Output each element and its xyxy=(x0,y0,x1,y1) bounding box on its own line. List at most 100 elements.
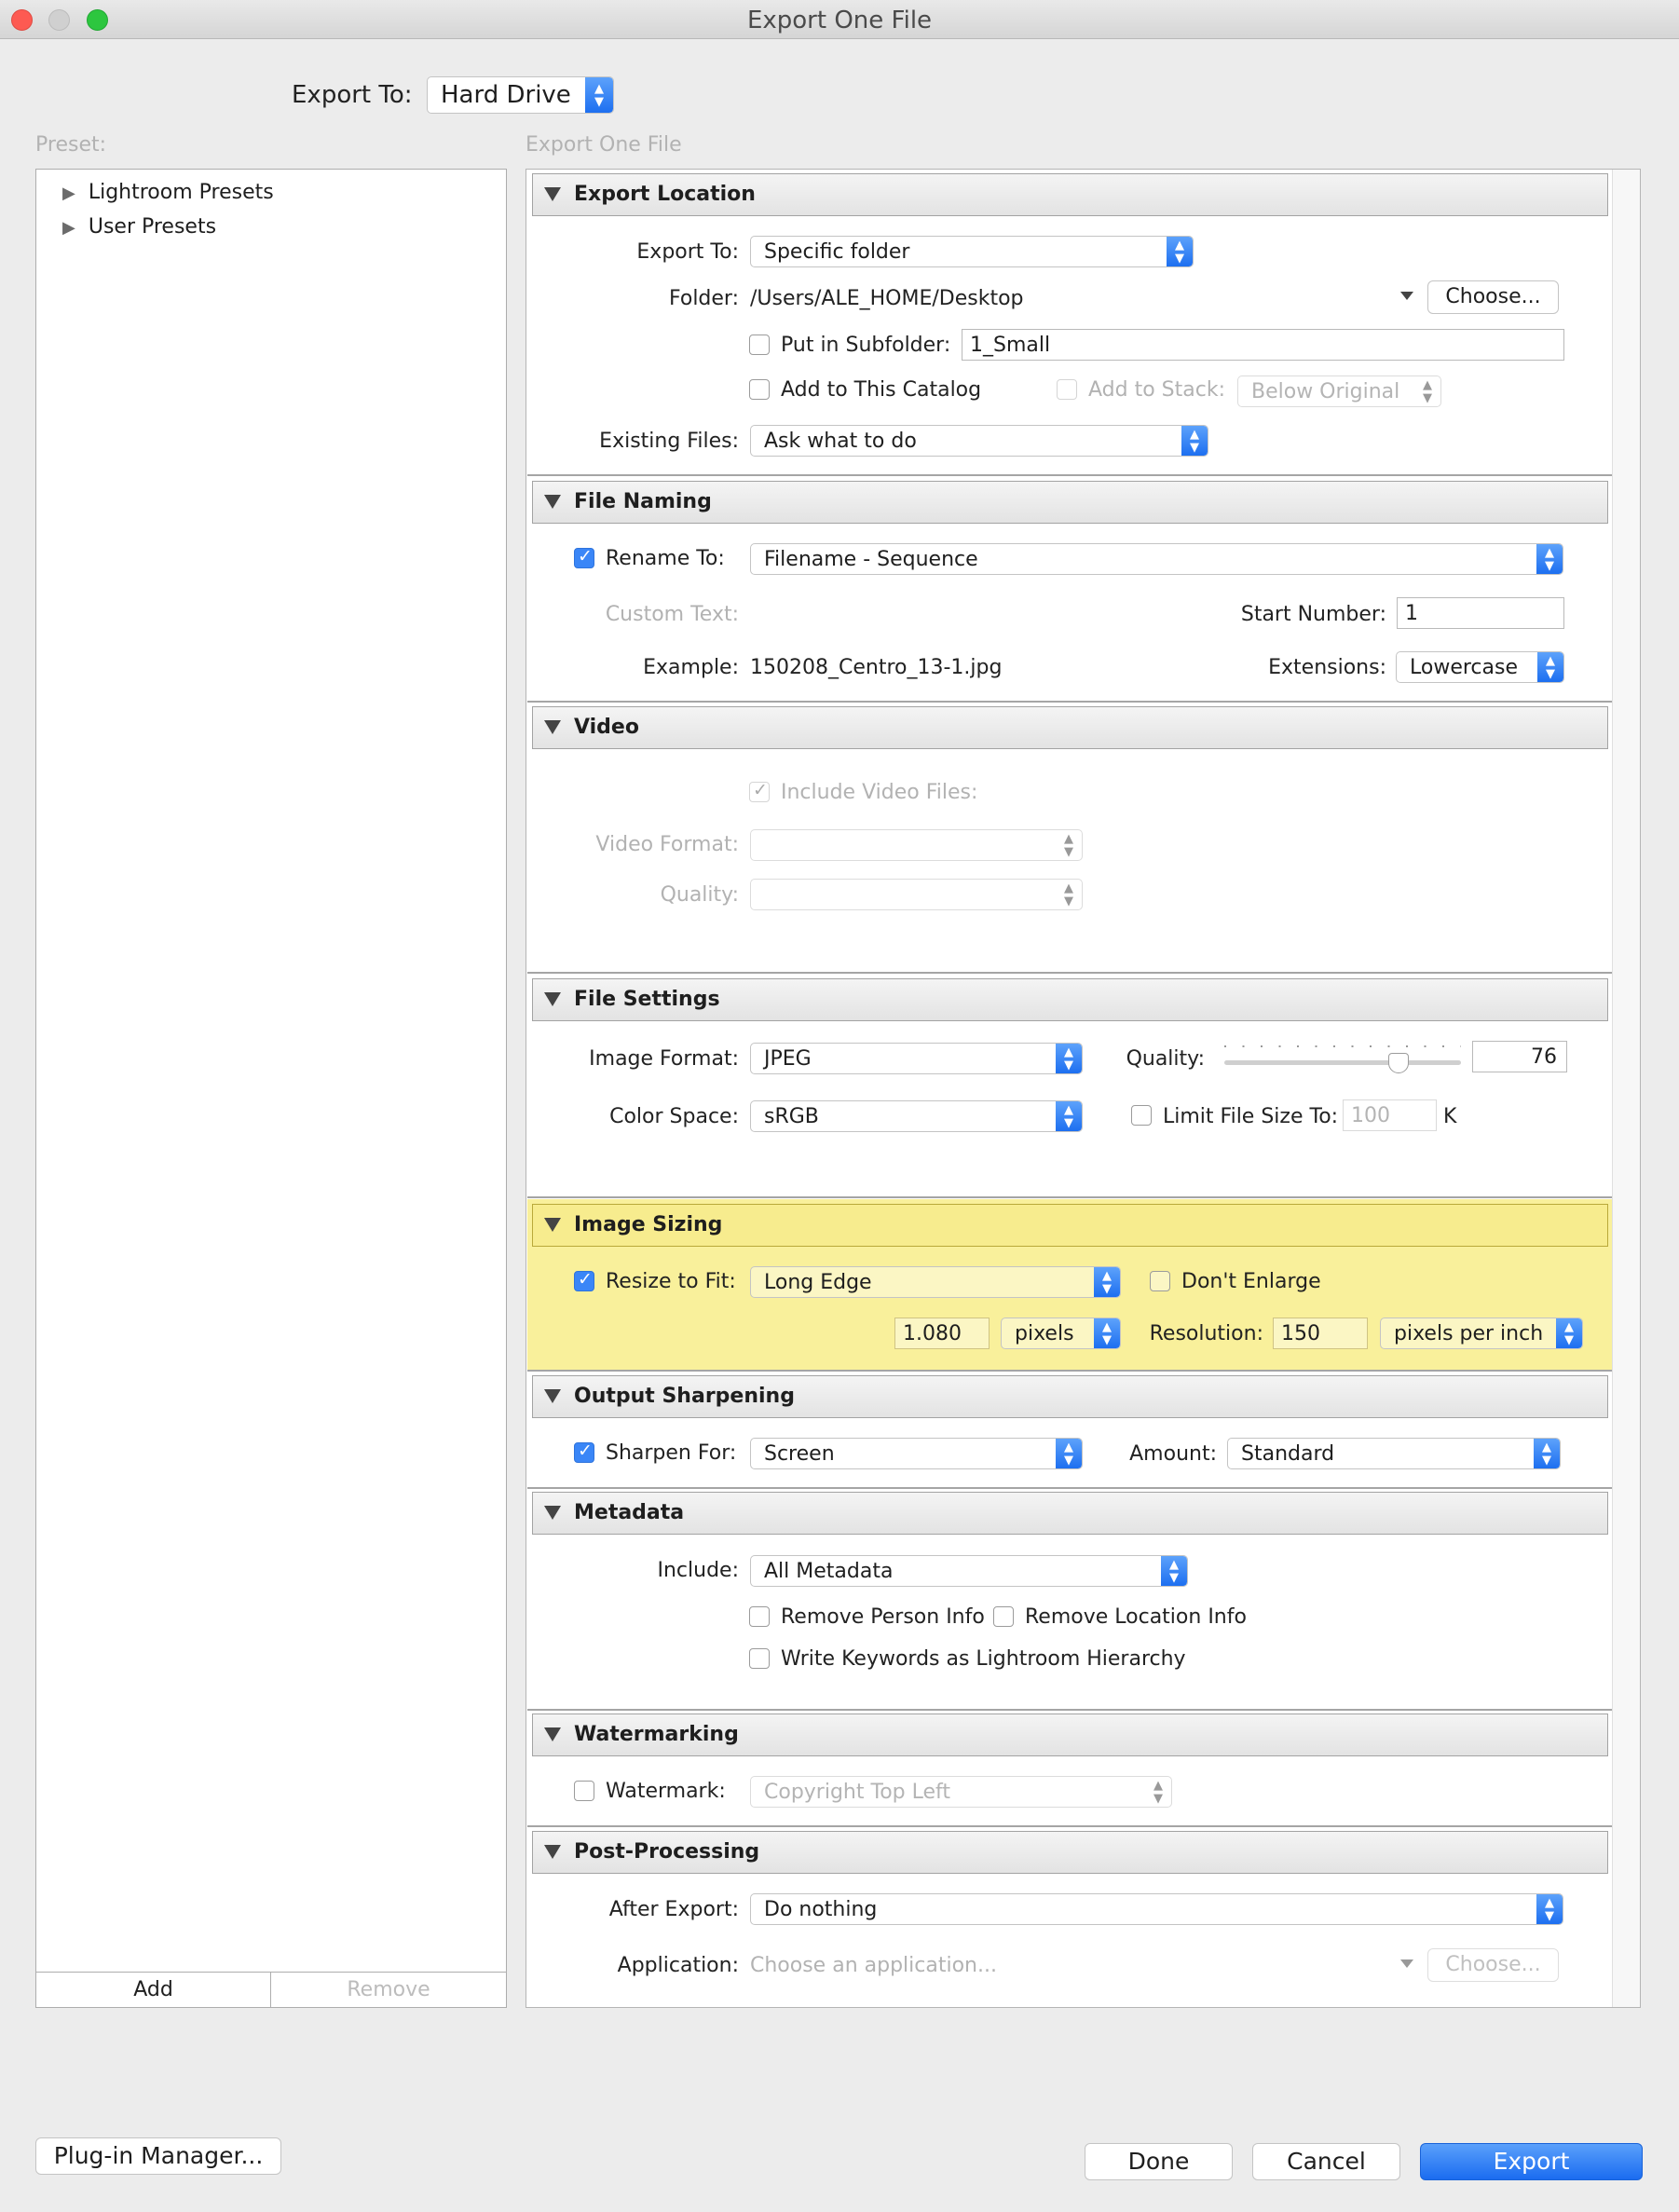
export-destination-value: Hard Drive xyxy=(441,81,571,109)
section-metadata[interactable]: Metadata xyxy=(532,1492,1608,1535)
add-stack-checkbox[interactable] xyxy=(1057,379,1077,400)
section-export-location[interactable]: Export Location xyxy=(532,173,1608,216)
color-space-select[interactable]: sRGB ▲ ▼ xyxy=(750,1100,1083,1132)
resolution-input[interactable]: 150 xyxy=(1273,1318,1368,1349)
window-title: Export One File xyxy=(746,7,933,34)
color-space-label: Color Space: xyxy=(609,1105,739,1128)
subfolder-checkbox[interactable] xyxy=(749,335,770,355)
image-format-select[interactable]: JPEG ▲ ▼ xyxy=(750,1043,1083,1074)
location-export-to-select[interactable]: Specific folder ▲ ▼ xyxy=(750,236,1194,267)
stack-position-select[interactable]: Below Original ▲ ▼ xyxy=(1237,375,1441,407)
export-button[interactable]: Export xyxy=(1420,2143,1643,2180)
subfolder-input[interactable]: 1_Small xyxy=(962,329,1564,361)
add-stack-label: Add to Stack: xyxy=(1088,378,1225,402)
video-quality-label: Quality: xyxy=(660,883,739,907)
select-value: Specific folder xyxy=(764,240,910,264)
choose-application-button[interactable]: Choose... xyxy=(1427,1948,1559,1982)
start-number-input[interactable]: 1 xyxy=(1397,597,1564,629)
watermark-checkbox[interactable] xyxy=(574,1781,594,1801)
section-watermarking[interactable]: Watermarking xyxy=(532,1714,1608,1756)
section-divider xyxy=(527,1487,1612,1489)
chevron-updown-icon: ▲ ▼ xyxy=(1423,378,1432,405)
plugin-manager-button[interactable]: Plug-in Manager... xyxy=(35,2137,281,2175)
select-value: All Metadata xyxy=(764,1560,894,1583)
chevron-updown-icon: ▲ ▼ xyxy=(1153,1779,1163,1806)
section-file-settings[interactable]: File Settings xyxy=(532,978,1608,1021)
metadata-include-select[interactable]: All Metadata ▲ ▼ xyxy=(750,1555,1188,1587)
remove-preset-button[interactable]: Remove xyxy=(271,1972,506,2007)
remove-location-label: Remove Location Info xyxy=(1025,1605,1247,1629)
sharpen-checkbox[interactable] xyxy=(574,1441,594,1463)
watermark-select[interactable]: Copyright Top Left ▲ ▼ xyxy=(750,1776,1172,1808)
video-format-label: Video Format: xyxy=(595,833,739,856)
resolution-unit-select[interactable]: pixels per inch ▲ ▼ xyxy=(1380,1318,1583,1349)
folder-dropdown-icon[interactable] xyxy=(1400,292,1413,300)
application-placeholder[interactable]: Choose an application... xyxy=(750,1954,997,1977)
resolution-label: Resolution: xyxy=(1149,1322,1263,1345)
limit-size-checkbox[interactable] xyxy=(1131,1105,1152,1126)
scrollbar[interactable] xyxy=(1612,170,1640,2007)
add-preset-button[interactable]: Add xyxy=(36,1972,271,2007)
limit-size-unit: K xyxy=(1443,1105,1457,1128)
metadata-include-label: Include: xyxy=(657,1559,740,1582)
rename-checkbox[interactable] xyxy=(574,546,594,568)
video-format-select[interactable]: ▲ ▼ xyxy=(750,829,1083,861)
start-number-label: Start Number: xyxy=(1240,603,1386,626)
size-input[interactable]: 1.080 xyxy=(894,1318,990,1349)
resize-mode-select[interactable]: Long Edge ▲ ▼ xyxy=(750,1266,1121,1298)
remove-person-checkbox[interactable] xyxy=(749,1606,770,1627)
disclosure-triangle-icon: ▶ xyxy=(62,218,75,238)
preset-folder-lightroom[interactable]: ▶ Lightroom Presets xyxy=(62,181,274,204)
disclosure-triangle-icon xyxy=(544,720,561,734)
keywords-hierarchy-label: Write Keywords as Lightroom Hierarchy xyxy=(781,1647,1186,1671)
section-title: File Naming xyxy=(574,490,712,513)
disclosure-triangle-icon xyxy=(544,1506,561,1520)
select-value: Ask what to do xyxy=(764,430,917,453)
resize-checkbox[interactable] xyxy=(574,1269,594,1291)
quality-label: Quality: xyxy=(1126,1047,1205,1071)
include-video-checkbox[interactable] xyxy=(749,780,770,802)
chevron-updown-icon: ▲ ▼ xyxy=(1094,1318,1120,1348)
application-dropdown-icon[interactable] xyxy=(1400,1959,1413,1968)
add-catalog-checkbox[interactable] xyxy=(749,379,770,400)
section-output-sharpening[interactable]: Output Sharpening xyxy=(532,1375,1608,1418)
sharpen-for-select[interactable]: Screen ▲ ▼ xyxy=(750,1438,1083,1469)
disclosure-triangle-icon xyxy=(544,1389,561,1403)
section-video[interactable]: Video xyxy=(532,706,1608,749)
section-image-sizing[interactable]: Image Sizing xyxy=(532,1204,1608,1247)
select-value: pixels xyxy=(1015,1322,1074,1345)
video-quality-select[interactable]: ▲ ▼ xyxy=(750,879,1083,910)
amount-select[interactable]: Standard ▲ ▼ xyxy=(1227,1438,1561,1469)
dont-enlarge-checkbox[interactable] xyxy=(1150,1271,1170,1291)
limit-size-input[interactable]: 100 xyxy=(1343,1099,1437,1131)
chevron-updown-icon: ▲ ▼ xyxy=(1536,1894,1563,1924)
quality-slider[interactable] xyxy=(1224,1032,1461,1073)
section-post-processing[interactable]: Post-Processing xyxy=(532,1831,1608,1874)
chevron-updown-icon: ▲ ▼ xyxy=(1537,652,1563,682)
choose-folder-button[interactable]: Choose... xyxy=(1427,280,1559,314)
section-divider xyxy=(527,701,1612,703)
slider-thumb[interactable] xyxy=(1388,1053,1409,1073)
remove-location-checkbox[interactable] xyxy=(993,1606,1014,1627)
image-format-label: Image Format: xyxy=(589,1047,739,1071)
extensions-select[interactable]: Lowercase ▲ ▼ xyxy=(1396,651,1564,683)
chevron-updown-icon: ▲ ▼ xyxy=(1064,832,1073,859)
keywords-hierarchy-checkbox[interactable] xyxy=(749,1648,770,1669)
select-value: Below Original xyxy=(1251,380,1400,403)
size-unit-select[interactable]: pixels ▲ ▼ xyxy=(1001,1318,1121,1349)
section-divider xyxy=(527,1370,1612,1372)
quality-input[interactable]: 76 xyxy=(1472,1041,1567,1072)
export-destination-select[interactable]: Hard Drive ▲ ▼ xyxy=(427,76,614,114)
after-export-select[interactable]: Do nothing ▲ ▼ xyxy=(750,1893,1563,1925)
chevron-updown-icon: ▲ ▼ xyxy=(1056,1101,1082,1131)
cancel-button[interactable]: Cancel xyxy=(1252,2143,1400,2180)
slider-ticks xyxy=(1224,1045,1461,1047)
done-button[interactable]: Done xyxy=(1085,2143,1233,2180)
remove-person-label: Remove Person Info xyxy=(781,1605,985,1629)
rename-template-select[interactable]: Filename - Sequence ▲ ▼ xyxy=(750,543,1563,575)
example-filename: 150208_Centro_13-1.jpg xyxy=(750,656,1003,679)
section-title: File Settings xyxy=(574,988,720,1011)
section-file-naming[interactable]: File Naming xyxy=(532,481,1608,524)
preset-folder-user[interactable]: ▶ User Presets xyxy=(62,215,216,239)
existing-files-select[interactable]: Ask what to do ▲ ▼ xyxy=(750,425,1208,457)
